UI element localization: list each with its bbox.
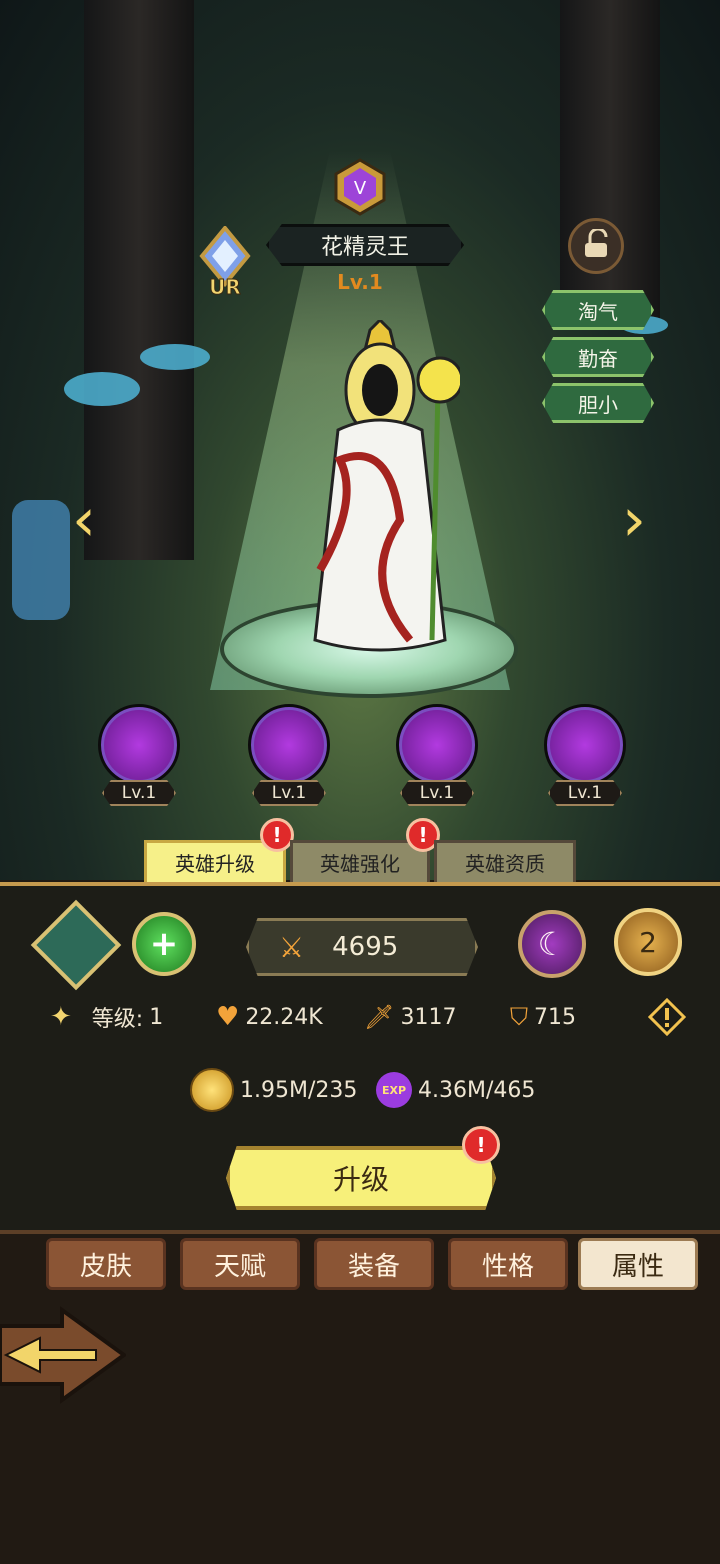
level-stat: ✦ 等级: 1 [50,1000,163,1034]
skill-level: Lv.1 [252,780,326,806]
hero-level: Lv.1 [337,270,383,294]
heal-plus-icon[interactable]: + [132,912,196,976]
crossed-swords-icon: ⚔ [279,930,305,964]
trait-badge: 勤奋 [542,337,654,377]
defense-value: 715 [534,1004,576,1030]
combat-power-value: 4695 [332,932,399,962]
hero-figure[interactable] [300,317,464,660]
tab-upgrade-alert-icon: ! [260,818,294,852]
hero-name-plate: 花精灵王 [266,224,464,266]
defense-stat: ⛉ 715 [510,1000,576,1034]
exp-cost: EXP 4.36M/465 [376,1068,535,1112]
back-button[interactable] [0,1306,128,1404]
mushroom-decoration [64,372,140,406]
vip-badge: V [332,158,388,216]
shield-icon: ⛉ [510,1003,528,1031]
menu-skin-button[interactable]: 皮肤 [46,1238,166,1290]
heart-icon: ♥ [216,1002,240,1032]
star-icon: ✦ [50,1002,72,1032]
upgrade-button[interactable]: 升级 [226,1146,496,1210]
mushroom-decoration [140,344,210,370]
skill-level: Lv.1 [102,780,176,806]
exp-cost-value: 4.36M/465 [418,1077,536,1103]
level-value: 1 [149,1004,164,1030]
info-warning-icon[interactable] [647,997,687,1037]
rune-stone [12,500,70,620]
tree-trunk [560,0,660,330]
menu-equipment-button[interactable]: 装备 [314,1238,434,1290]
gold-cost-value: 1.95M/235 [240,1077,358,1103]
exp-potion-icon: EXP [376,1072,412,1108]
menu-talent-button[interactable]: 天赋 [180,1238,300,1290]
skull-skill-icon[interactable] [396,704,478,786]
moon-icon[interactable]: ☾ [518,910,586,978]
gold-coin-icon [190,1068,234,1112]
star-rank-value: 2 [639,925,657,959]
unlock-icon [582,227,610,263]
back-arrow-icon [0,1306,128,1404]
rarity-label: UR [209,275,241,298]
upgrade-alert-icon: ! [462,1126,500,1164]
next-hero-arrow-icon[interactable]: › [616,488,652,552]
gold-cost: 1.95M/235 [190,1068,357,1112]
menu-personality-button[interactable]: 性格 [448,1238,568,1290]
combat-power-box: ⚔ 4695 [246,918,478,976]
strike-skill-icon[interactable] [248,704,330,786]
attack-stat: 🗡 3117 [364,1000,456,1034]
star-rank-badge[interactable]: 2 [614,908,682,976]
tab-hero-enhance[interactable]: 英雄强化 [290,840,430,882]
skill-level: Lv.1 [548,780,622,806]
trait-badge: 淘气 [542,290,654,330]
tree-trunk [84,0,194,560]
dash-skill-icon[interactable] [98,704,180,786]
attack-value: 3117 [400,1004,457,1030]
hp-stat: ♥ 22.24K [216,1000,323,1034]
hp-value: 22.24K [245,1004,323,1030]
lock-button[interactable] [568,218,624,274]
trait-badge: 胆小 [542,383,654,423]
vip-badge-label: V [354,178,367,199]
crack-skill-icon[interactable] [544,704,626,786]
prev-hero-arrow-icon[interactable]: ‹ [66,488,102,552]
level-label: 等级: [91,1007,144,1032]
skill-level: Lv.1 [400,780,474,806]
rarity-badge: UR [196,224,254,300]
menu-attributes-button[interactable]: 属性 [578,1238,698,1290]
sword-icon: 🗡 [364,1003,395,1031]
tab-hero-aptitude[interactable]: 英雄资质 [434,840,576,882]
hero-name: 花精灵王 [320,235,409,260]
